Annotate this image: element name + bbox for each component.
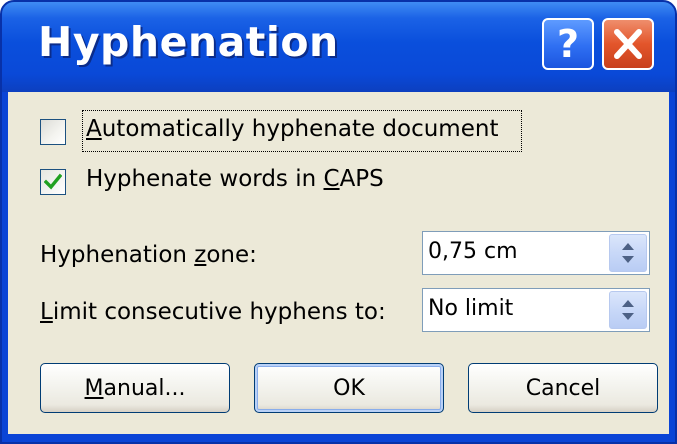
dialog-body: Automatically hyphenate document Hyphena… — [8, 92, 669, 434]
check-mark-icon — [44, 173, 62, 190]
limit-hyphens-spinner[interactable]: No limit — [422, 288, 650, 332]
manual-button[interactable]: Manual... — [40, 363, 230, 413]
accelerator-a: A — [86, 116, 102, 142]
hyphenation-zone-label: Hyphenation zone: — [40, 242, 257, 268]
close-button[interactable] — [602, 18, 654, 70]
manual-button-label: Manual... — [84, 376, 186, 401]
hyphenation-zone-value[interactable]: 0,75 cm — [428, 239, 518, 264]
auto-hyphenate-checkbox[interactable] — [40, 119, 66, 145]
limit-hyphens-label: Limit consecutive hyphens to: — [40, 299, 386, 325]
cancel-button-label: Cancel — [525, 376, 601, 401]
hyphenate-caps-checkbox[interactable] — [40, 169, 66, 195]
hyphenate-caps-label[interactable]: Hyphenate words in CAPS — [86, 166, 384, 192]
help-button[interactable]: ? — [542, 18, 594, 70]
question-mark-icon: ? — [556, 22, 580, 66]
accelerator-m: M — [84, 376, 104, 401]
spin-arrows-icon — [622, 243, 634, 263]
ok-button[interactable]: OK — [254, 363, 444, 413]
hyphenation-zone-spinner[interactable]: 0,75 cm — [422, 231, 650, 275]
ok-button-label: OK — [333, 376, 365, 401]
limit-hyphens-spin-button[interactable] — [609, 291, 647, 329]
cancel-button[interactable]: Cancel — [468, 363, 658, 413]
accelerator-l: L — [40, 299, 53, 325]
dialog-title: Hyphenation — [38, 18, 339, 66]
spin-arrows-icon — [622, 300, 634, 320]
close-x-icon — [614, 29, 642, 59]
auto-hyphenate-label[interactable]: Automatically hyphenate document — [86, 116, 498, 142]
title-bar[interactable]: Hyphenation ? — [2, 2, 675, 92]
hyphenation-zone-spin-button[interactable] — [609, 234, 647, 272]
limit-hyphens-value[interactable]: No limit — [428, 296, 513, 321]
accelerator-c: C — [323, 166, 340, 192]
accelerator-z: z — [194, 242, 207, 268]
hyphenation-dialog: Hyphenation ? Automatically hyphenate do… — [0, 0, 677, 444]
